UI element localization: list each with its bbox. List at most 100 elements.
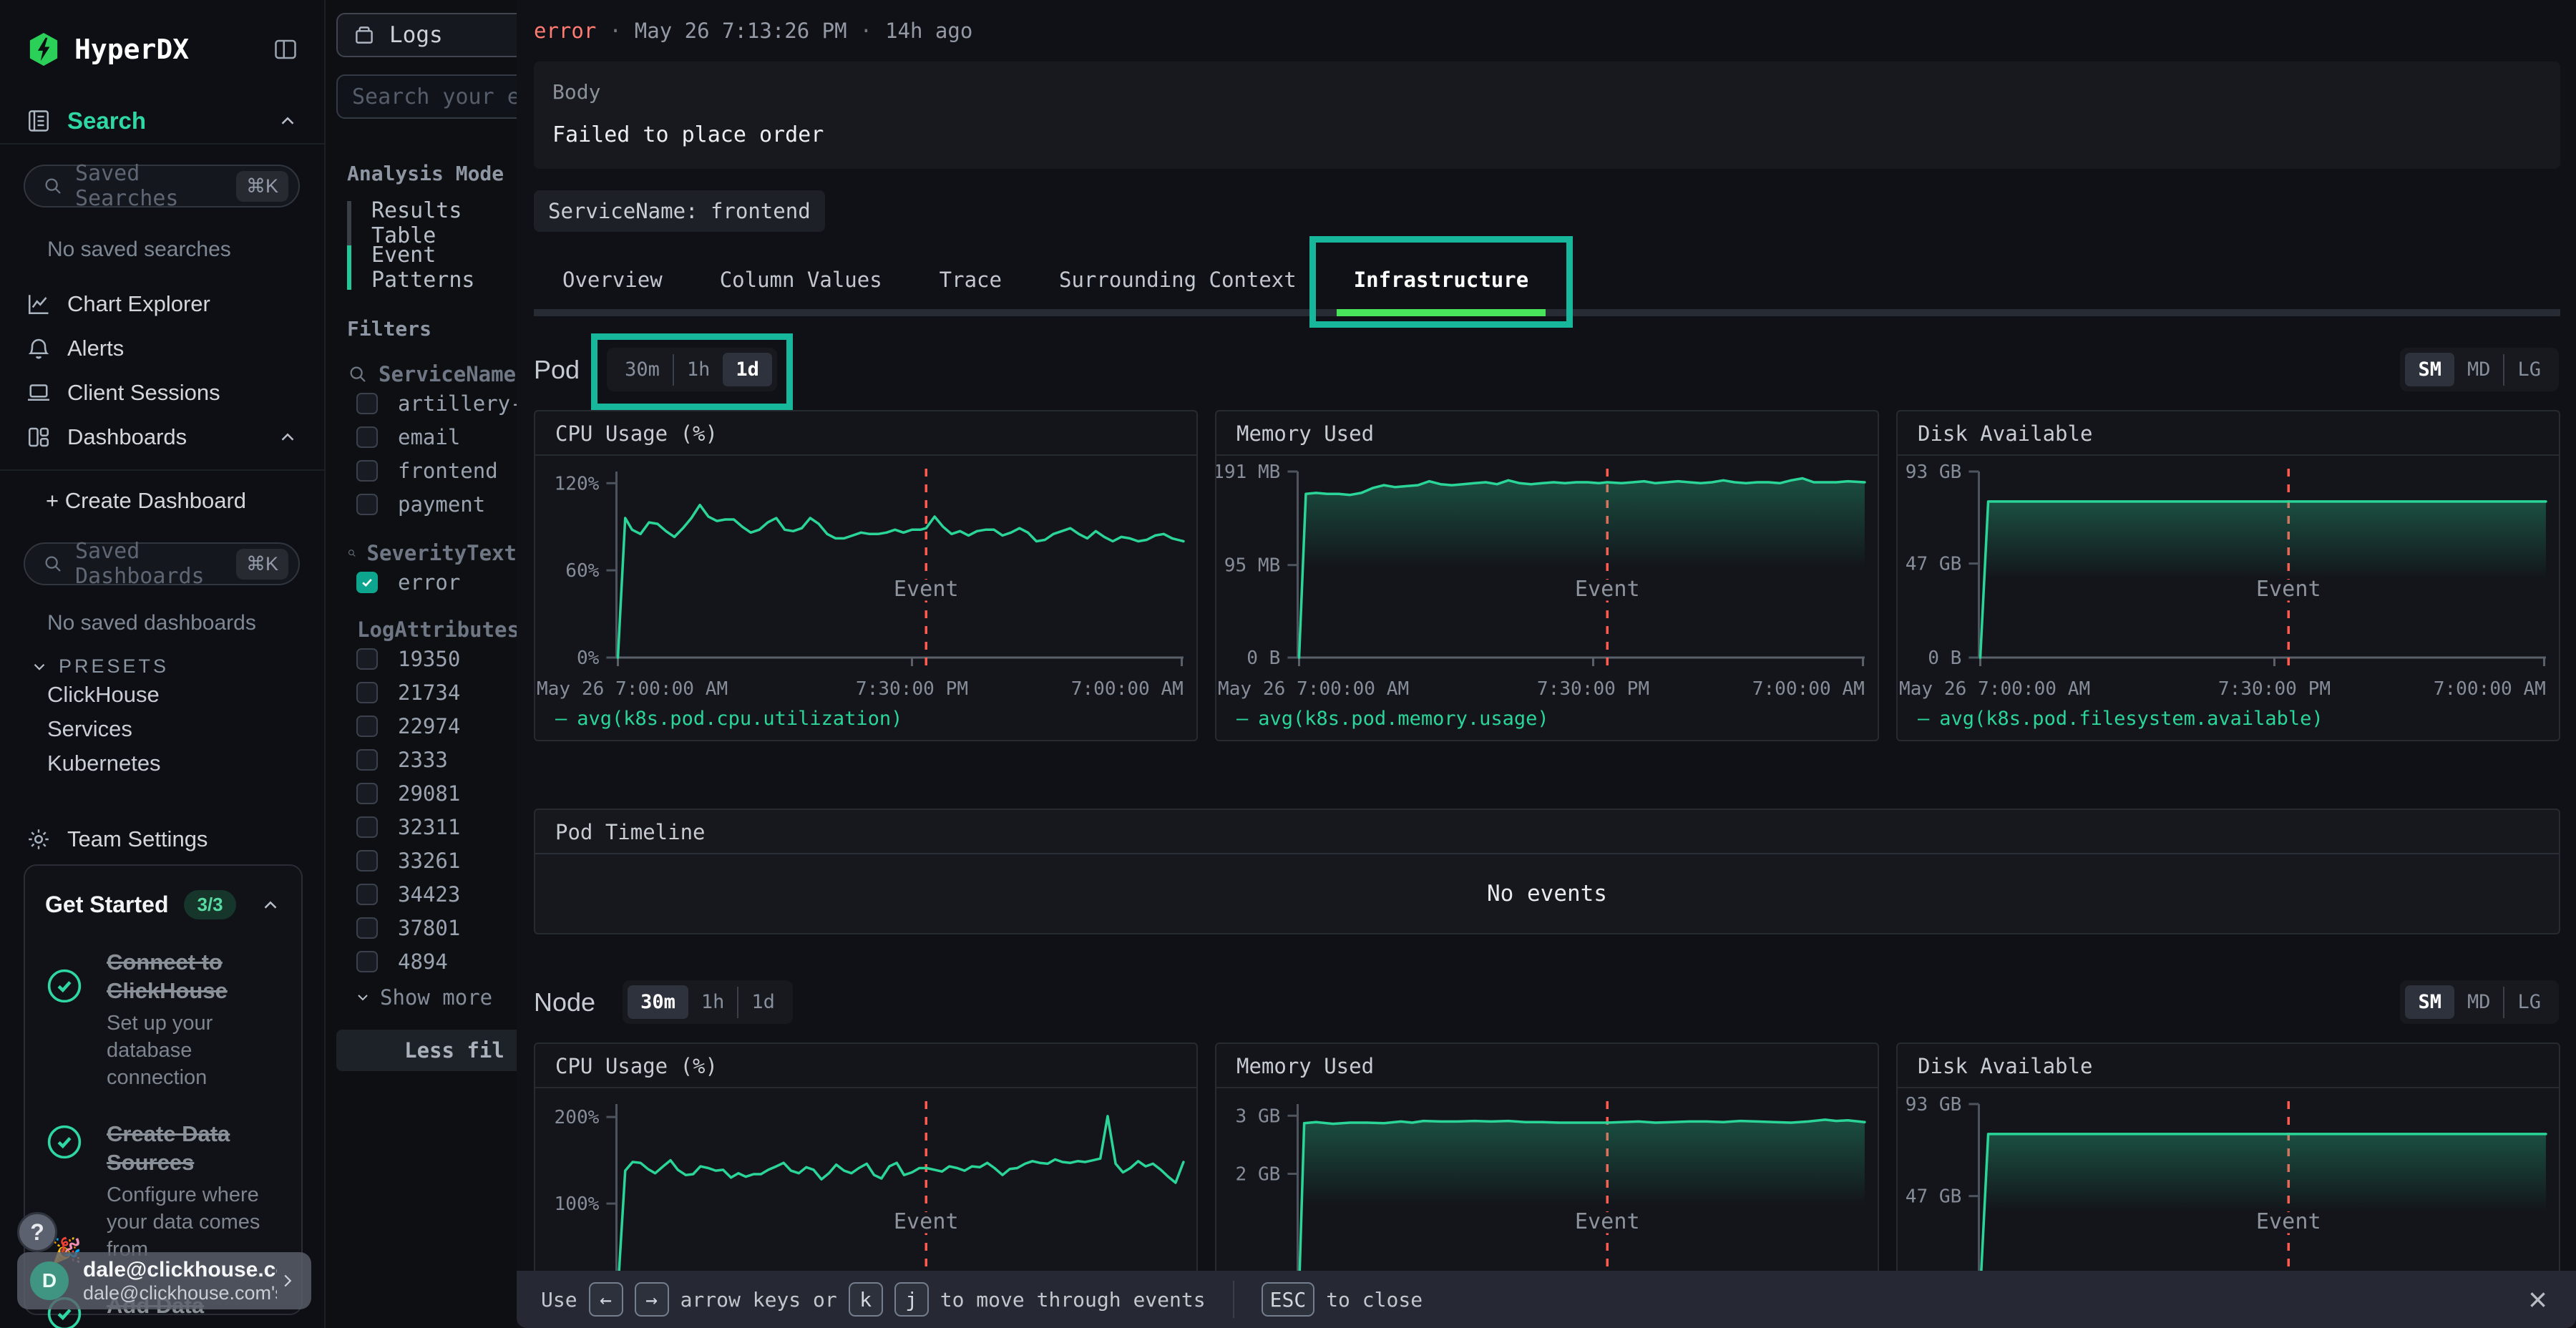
tab-infrastructure[interactable]: Infrastructure <box>1325 250 1557 309</box>
saved-dashboards-placeholder: Saved Dashboards <box>75 539 236 589</box>
node-size-toggle: SM MD LG <box>2400 980 2559 1024</box>
checkbox[interactable] <box>356 884 378 905</box>
checkbox[interactable] <box>356 749 378 771</box>
checkbox[interactable] <box>356 783 378 804</box>
filter-option[interactable]: payment <box>356 487 517 521</box>
svg-text:Event: Event <box>1575 577 1640 602</box>
size-md[interactable]: MD <box>2454 985 2504 1019</box>
filter-option[interactable]: 33261 <box>356 844 517 877</box>
checkbox[interactable] <box>356 648 378 670</box>
svg-text:47 GB: 47 GB <box>1906 554 1962 575</box>
range-1d[interactable]: 1d <box>738 985 788 1019</box>
filter-group-severitytext[interactable]: SeverityText <box>347 541 517 565</box>
range-30m[interactable]: 30m <box>628 985 688 1019</box>
mode-results-table[interactable]: Results Table <box>347 201 517 245</box>
user-subtitle: dale@clickhouse.com's <box>83 1282 277 1304</box>
pod-timeline-card: Pod Timeline No events <box>534 809 2560 934</box>
sidebar-item-dashboards[interactable]: Dashboards <box>0 415 324 459</box>
keyboard-hints-bar: Use ← → arrow keys or k j to move throug… <box>517 1271 2576 1328</box>
mode-event-patterns[interactable]: Event Patterns <box>347 245 517 290</box>
size-sm[interactable]: SM <box>2405 985 2454 1019</box>
tab-overview[interactable]: Overview <box>534 250 691 309</box>
body-value: Failed to place order <box>552 122 2542 147</box>
filter-option[interactable]: 4894 <box>356 944 517 978</box>
filter-option[interactable]: frontend <box>356 454 517 487</box>
close-icon[interactable]: × <box>2528 1283 2547 1316</box>
show-more-button[interactable]: Show more <box>354 985 517 1010</box>
tab-trace[interactable]: Trace <box>911 250 1030 309</box>
filter-option[interactable]: 22974 <box>356 709 517 743</box>
team-settings-label: Team Settings <box>67 826 208 852</box>
app-root: HyperDX Search Saved Searches ⌘K No save… <box>0 0 2576 1328</box>
sidebar-item-services[interactable]: Services <box>47 712 324 746</box>
filter-option[interactable]: 29081 <box>356 776 517 810</box>
checkbox[interactable] <box>356 494 378 515</box>
tab-surrounding-context[interactable]: Surrounding Context <box>1030 250 1325 309</box>
checkbox[interactable] <box>356 393 378 414</box>
range-1h[interactable]: 1h <box>688 985 738 1019</box>
checkbox[interactable] <box>356 460 378 482</box>
chart-title: CPU Usage (%) <box>535 411 1196 456</box>
filter-option[interactable]: artillery-loa <box>356 386 517 420</box>
range-1h[interactable]: 1h <box>674 353 723 386</box>
saved-searches-input[interactable]: Saved Searches ⌘K <box>24 165 300 208</box>
chevron-up-icon[interactable] <box>260 894 281 916</box>
filter-option[interactable]: 32311 <box>356 810 517 844</box>
separator-dot: · <box>860 19 872 43</box>
event-tabs: Overview Column Values Trace Surrounding… <box>534 250 2560 316</box>
less-filters-button[interactable]: Less fil <box>336 1030 517 1071</box>
svg-text:93 GB: 93 GB <box>1906 462 1962 483</box>
sidebar-section-search[interactable]: Search <box>0 99 324 145</box>
service-name-tag[interactable]: ServiceName: frontend <box>534 190 825 232</box>
checkbox[interactable] <box>356 850 378 872</box>
size-md[interactable]: MD <box>2454 353 2504 386</box>
filter-option[interactable]: email <box>356 420 517 454</box>
range-30m[interactable]: 30m <box>612 353 673 386</box>
esc-key: ESC <box>1262 1282 1315 1317</box>
checkbox[interactable] <box>356 682 378 703</box>
svg-text:Event: Event <box>2256 577 2321 602</box>
j-key: j <box>894 1282 929 1317</box>
chart-canvas: 93 GB47 GB0 BEventMay 26 7:00:00 AM7:30:… <box>1898 456 2559 708</box>
user-menu[interactable]: D dale@clickhouse.com dale@clickhouse.co… <box>17 1252 311 1309</box>
checkbox[interactable] <box>356 716 378 737</box>
svg-text:May 26 7:00:00 AM: May 26 7:00:00 AM <box>1218 678 1409 700</box>
range-1d[interactable]: 1d <box>723 353 772 386</box>
event-relative-time: 14h ago <box>885 19 972 43</box>
checkbox[interactable] <box>356 816 378 838</box>
panel-collapse-icon[interactable] <box>271 36 300 62</box>
size-lg[interactable]: LG <box>2504 353 2554 386</box>
filter-option[interactable]: 37801 <box>356 911 517 944</box>
source-select-button[interactable]: Logs <box>336 13 517 57</box>
checkbox-checked[interactable] <box>356 572 378 593</box>
saved-dashboards-input[interactable]: Saved Dashboards ⌘K <box>24 542 300 585</box>
sidebar-item-chart-explorer[interactable]: Chart Explorer <box>0 282 324 326</box>
checkbox[interactable] <box>356 951 378 972</box>
presets-toggle[interactable]: PRESETS <box>30 655 324 678</box>
svg-text:0%: 0% <box>577 648 600 669</box>
filter-group-logattributes[interactable]: LogAttributes <box>347 617 517 642</box>
get-started-item[interactable]: Connect to ClickHouse Set up your databa… <box>45 948 281 1091</box>
sidebar-item-kubernetes[interactable]: Kubernetes <box>47 746 324 781</box>
tab-column-values[interactable]: Column Values <box>691 250 911 309</box>
filter-option[interactable]: 21734 <box>356 675 517 709</box>
svg-text:Event: Event <box>894 1209 959 1234</box>
svg-text:7:30:00 PM: 7:30:00 PM <box>2218 678 2331 700</box>
sidebar-item-team-settings[interactable]: Team Settings <box>0 818 324 861</box>
checkbox[interactable] <box>356 917 378 939</box>
event-search-input[interactable]: Search your ev <box>336 74 517 119</box>
checkbox[interactable] <box>356 426 378 448</box>
help-button[interactable]: ? <box>17 1212 57 1252</box>
filter-group-servicename[interactable]: ServiceName <box>347 362 517 386</box>
filter-option[interactable]: 19350 <box>356 642 517 675</box>
sidebar-item-alerts[interactable]: Alerts <box>0 326 324 371</box>
filter-option-checked[interactable]: error <box>356 565 517 599</box>
size-sm[interactable]: SM <box>2405 353 2454 386</box>
size-lg[interactable]: LG <box>2504 985 2554 1019</box>
filter-option[interactable]: 2333 <box>356 743 517 776</box>
filter-option[interactable]: 34423 <box>356 877 517 911</box>
create-dashboard-button[interactable]: + Create Dashboard <box>0 479 324 522</box>
svg-text:7:30:00 PM: 7:30:00 PM <box>1537 678 1649 700</box>
sidebar-item-clickhouse[interactable]: ClickHouse <box>47 678 324 712</box>
sidebar-item-client-sessions[interactable]: Client Sessions <box>0 371 324 415</box>
